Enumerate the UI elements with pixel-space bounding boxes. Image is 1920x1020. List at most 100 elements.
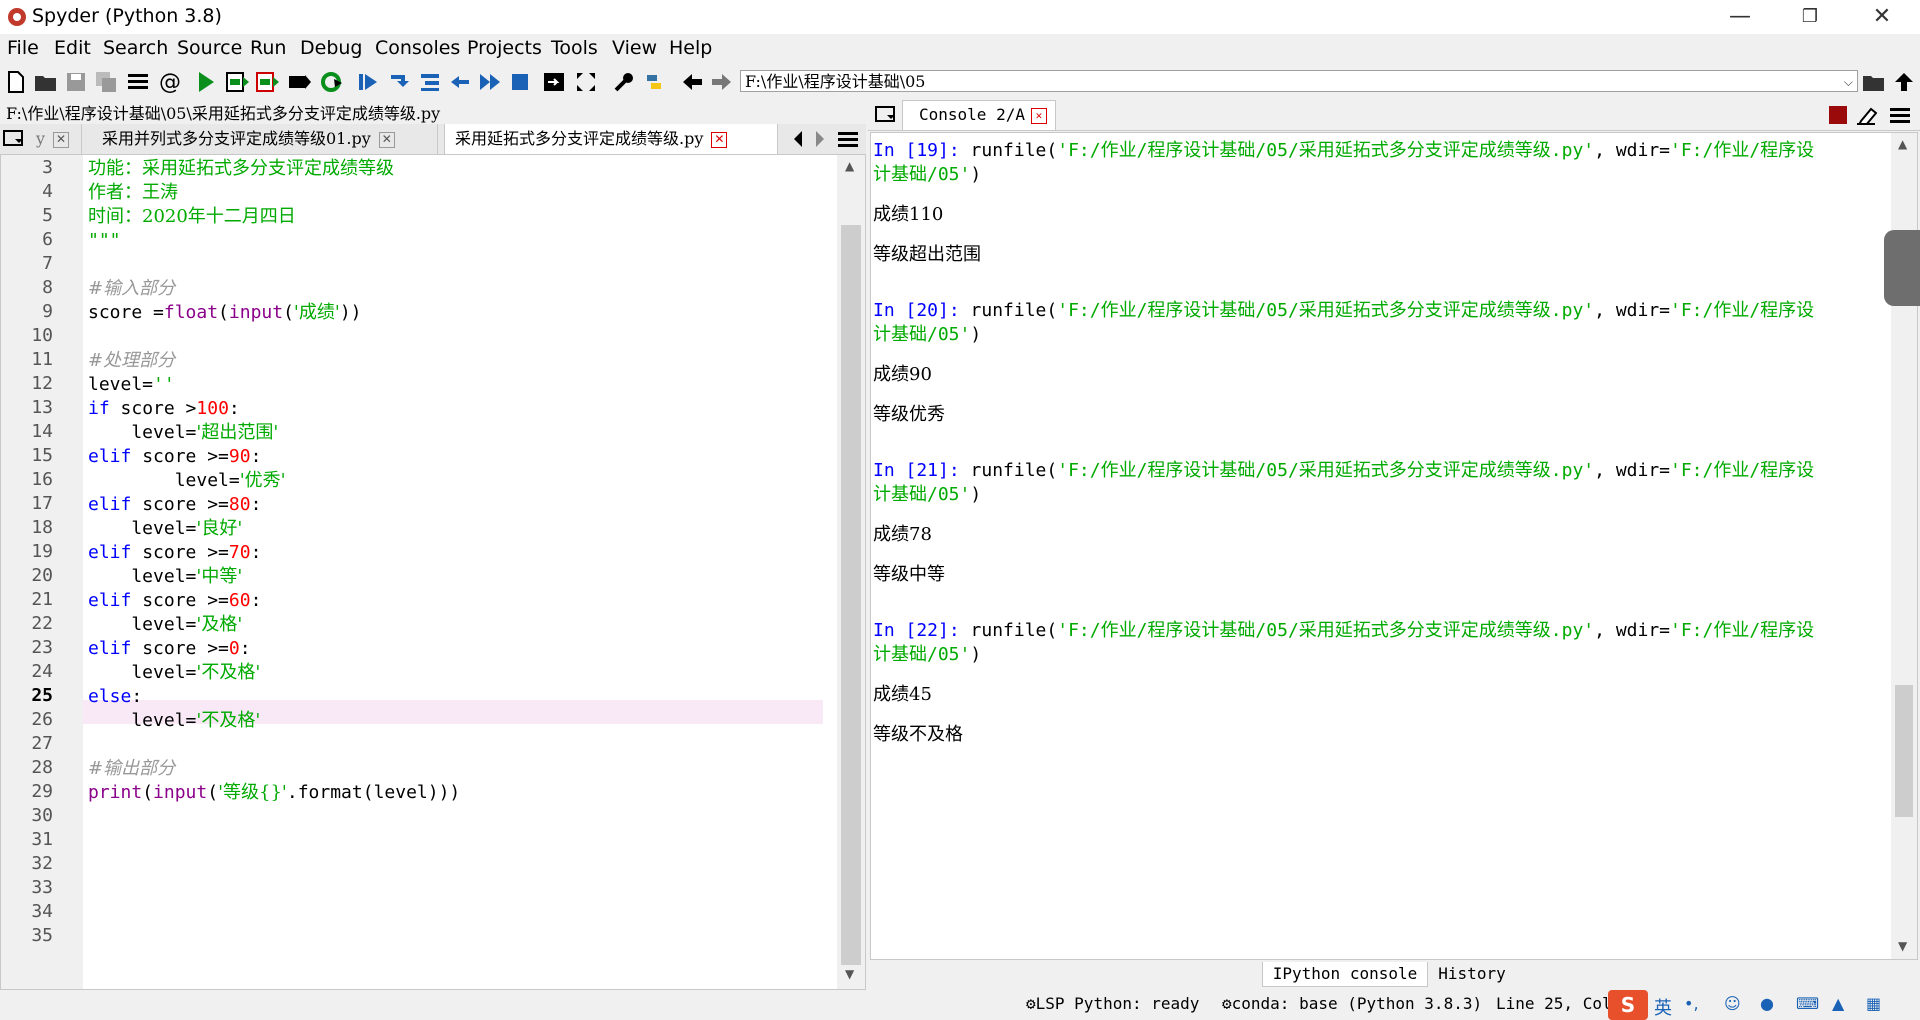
browse-tabs-icon[interactable] xyxy=(2,127,26,151)
debug-icon[interactable] xyxy=(356,70,380,94)
back-arrow-icon[interactable] xyxy=(680,70,704,94)
close-tab-icon[interactable]: ✕ xyxy=(53,131,70,148)
save-icon[interactable] xyxy=(64,70,88,94)
save-all-icon[interactable] xyxy=(94,70,118,94)
open-file-icon[interactable] xyxy=(34,70,58,94)
rerun-icon[interactable] xyxy=(320,70,344,94)
line-number: 10 xyxy=(31,325,53,346)
microphone-icon[interactable]: ● xyxy=(1760,994,1774,1013)
pane-options-icon[interactable] xyxy=(836,127,860,151)
code-keyword: else xyxy=(88,686,132,707)
code-number: 100 xyxy=(196,398,229,419)
tab-scroll-left-icon[interactable] xyxy=(786,127,810,151)
browse-console-tabs-icon[interactable] xyxy=(874,103,898,127)
scroll-down-icon[interactable]: ▼ xyxy=(845,967,854,981)
console-input-line: In [19]: runfile('F:/作业/程序设计基础/05/采用延拓式多… xyxy=(873,139,1814,163)
close-tab-icon[interactable]: ✕ xyxy=(378,131,395,148)
scroll-down-icon[interactable]: ▼ xyxy=(1898,939,1907,953)
keyboard-icon[interactable]: ⌨ xyxy=(1796,994,1819,1013)
close-tab-icon[interactable]: ✕ xyxy=(711,131,728,148)
console-string: 'F:/作业/程序设 xyxy=(1670,140,1815,161)
menu-edit[interactable]: Edit xyxy=(54,37,91,59)
run-cell-icon[interactable] xyxy=(226,70,250,94)
toolbox-icon[interactable]: ▦ xyxy=(1866,994,1881,1013)
stop-debug-icon[interactable] xyxy=(508,70,532,94)
menu-search[interactable]: Search xyxy=(103,37,168,59)
preferences-wrench-icon[interactable] xyxy=(612,70,636,94)
maximize-button[interactable]: ❐ xyxy=(1780,2,1840,32)
code-string: '成绩' xyxy=(293,302,340,323)
line-number: 31 xyxy=(31,829,53,850)
menu-help[interactable]: Help xyxy=(669,37,712,59)
close-button[interactable]: ✕ xyxy=(1852,2,1912,32)
code-editor[interactable]: 3 4 5 6 7 8 9 10 11 12 13 14 15 16 17 18… xyxy=(0,154,866,990)
code-builtin: input xyxy=(153,782,208,803)
menu-view[interactable]: View xyxy=(612,37,657,59)
floating-side-widget[interactable] xyxy=(1884,230,1920,306)
scrollbar-thumb[interactable] xyxy=(841,225,861,965)
step-into-icon[interactable] xyxy=(418,70,442,94)
menu-file[interactable]: File xyxy=(7,37,39,59)
tab-scroll-right-icon[interactable] xyxy=(808,127,832,151)
menu-run[interactable]: Run xyxy=(250,37,286,59)
browse-folder-icon[interactable] xyxy=(1862,70,1886,94)
console-string: 'F:/作业/程序设 xyxy=(1670,460,1815,481)
menu-projects[interactable]: Projects xyxy=(467,37,542,59)
step-icon[interactable] xyxy=(388,70,412,94)
chevron-down-icon[interactable]: ⌵ xyxy=(1844,71,1853,93)
code-line: level='不及格' xyxy=(88,709,260,733)
ipython-console[interactable]: In [19]: runfile('F:/作业/程序设计基础/05/采用延拓式多… xyxy=(870,132,1918,960)
minimize-button[interactable]: — xyxy=(1710,2,1770,32)
forward-arrow-icon[interactable] xyxy=(710,70,734,94)
code-string: '及格' xyxy=(196,614,243,635)
fullscreen-icon[interactable] xyxy=(574,70,598,94)
punctuation-icon[interactable]: •, xyxy=(1684,994,1699,1013)
clear-console-eraser-icon[interactable] xyxy=(1854,103,1878,127)
console-output: 等级超出范围 xyxy=(873,244,981,265)
working-directory-value: F:\作业\程序设计基础\05 xyxy=(745,72,926,91)
console-input-line: 计基础/05') xyxy=(873,323,981,347)
console-output: 成绩90 xyxy=(873,364,932,385)
code-token: : xyxy=(228,398,240,419)
menu-tools[interactable]: Tools xyxy=(551,37,598,59)
interrupt-kernel-icon[interactable] xyxy=(1826,103,1850,127)
new-file-icon[interactable] xyxy=(4,70,28,94)
close-tab-icon[interactable]: ✕ xyxy=(1030,107,1047,124)
python-path-icon[interactable] xyxy=(642,70,666,94)
run-cell-advance-icon[interactable] xyxy=(256,70,280,94)
code-number: 90 xyxy=(228,446,251,467)
code-keyword: elif xyxy=(88,590,132,611)
editor-scrollbar[interactable]: ▲ ▼ xyxy=(837,155,865,989)
code-area[interactable]: 功能：采用延拓式多分支评定成绩等级 作者：王涛 时间：2020年十二月四日 ""… xyxy=(88,155,824,989)
working-directory-combo[interactable]: F:\作业\程序设计基础\05 ⌵ xyxy=(740,70,1858,92)
maximize-pane-icon[interactable] xyxy=(542,70,566,94)
ime-logo-icon[interactable]: S xyxy=(1608,990,1648,1020)
at-icon[interactable]: @ xyxy=(158,70,182,95)
run-icon[interactable] xyxy=(194,70,218,94)
tab-ipython-console[interactable]: IPython console xyxy=(1262,962,1428,987)
step-return-icon[interactable] xyxy=(448,70,472,94)
menu-debug[interactable]: Debug xyxy=(300,37,362,59)
run-selection-icon[interactable] xyxy=(288,70,312,94)
tab-file-current[interactable]: 采用延拓式多分支评定成绩等级.py ✕ xyxy=(444,124,778,154)
tab-label: 采用并列式多分支评定成绩等级01.py xyxy=(102,129,371,148)
skin-icon[interactable]: ▲ xyxy=(1832,994,1844,1013)
console-string: 计基础/05' xyxy=(873,644,971,665)
tab-history[interactable]: History xyxy=(1432,962,1512,986)
line-number: 27 xyxy=(31,733,53,754)
menu-consoles[interactable]: Consoles xyxy=(375,37,460,59)
scroll-up-icon[interactable]: ▲ xyxy=(845,159,854,173)
scrollbar-thumb[interactable] xyxy=(1895,685,1913,817)
continue-icon[interactable] xyxy=(478,70,502,94)
file-list-icon[interactable] xyxy=(126,70,150,94)
emoji-icon[interactable]: ☺ xyxy=(1724,994,1741,1013)
parent-dir-icon[interactable] xyxy=(1892,70,1916,94)
tab-console[interactable]: Console 2/A ✕ xyxy=(902,100,1056,130)
scroll-up-icon[interactable]: ▲ xyxy=(1898,137,1907,151)
tab-truncated[interactable]: y ✕ xyxy=(26,124,82,154)
tab-file-parallel[interactable]: 采用并列式多分支评定成绩等级01.py ✕ xyxy=(92,124,438,154)
ime-language[interactable]: 英 xyxy=(1654,994,1672,1020)
menu-source[interactable]: Source xyxy=(177,37,242,59)
code-line: """ xyxy=(88,230,121,251)
console-options-icon[interactable] xyxy=(1888,103,1912,127)
